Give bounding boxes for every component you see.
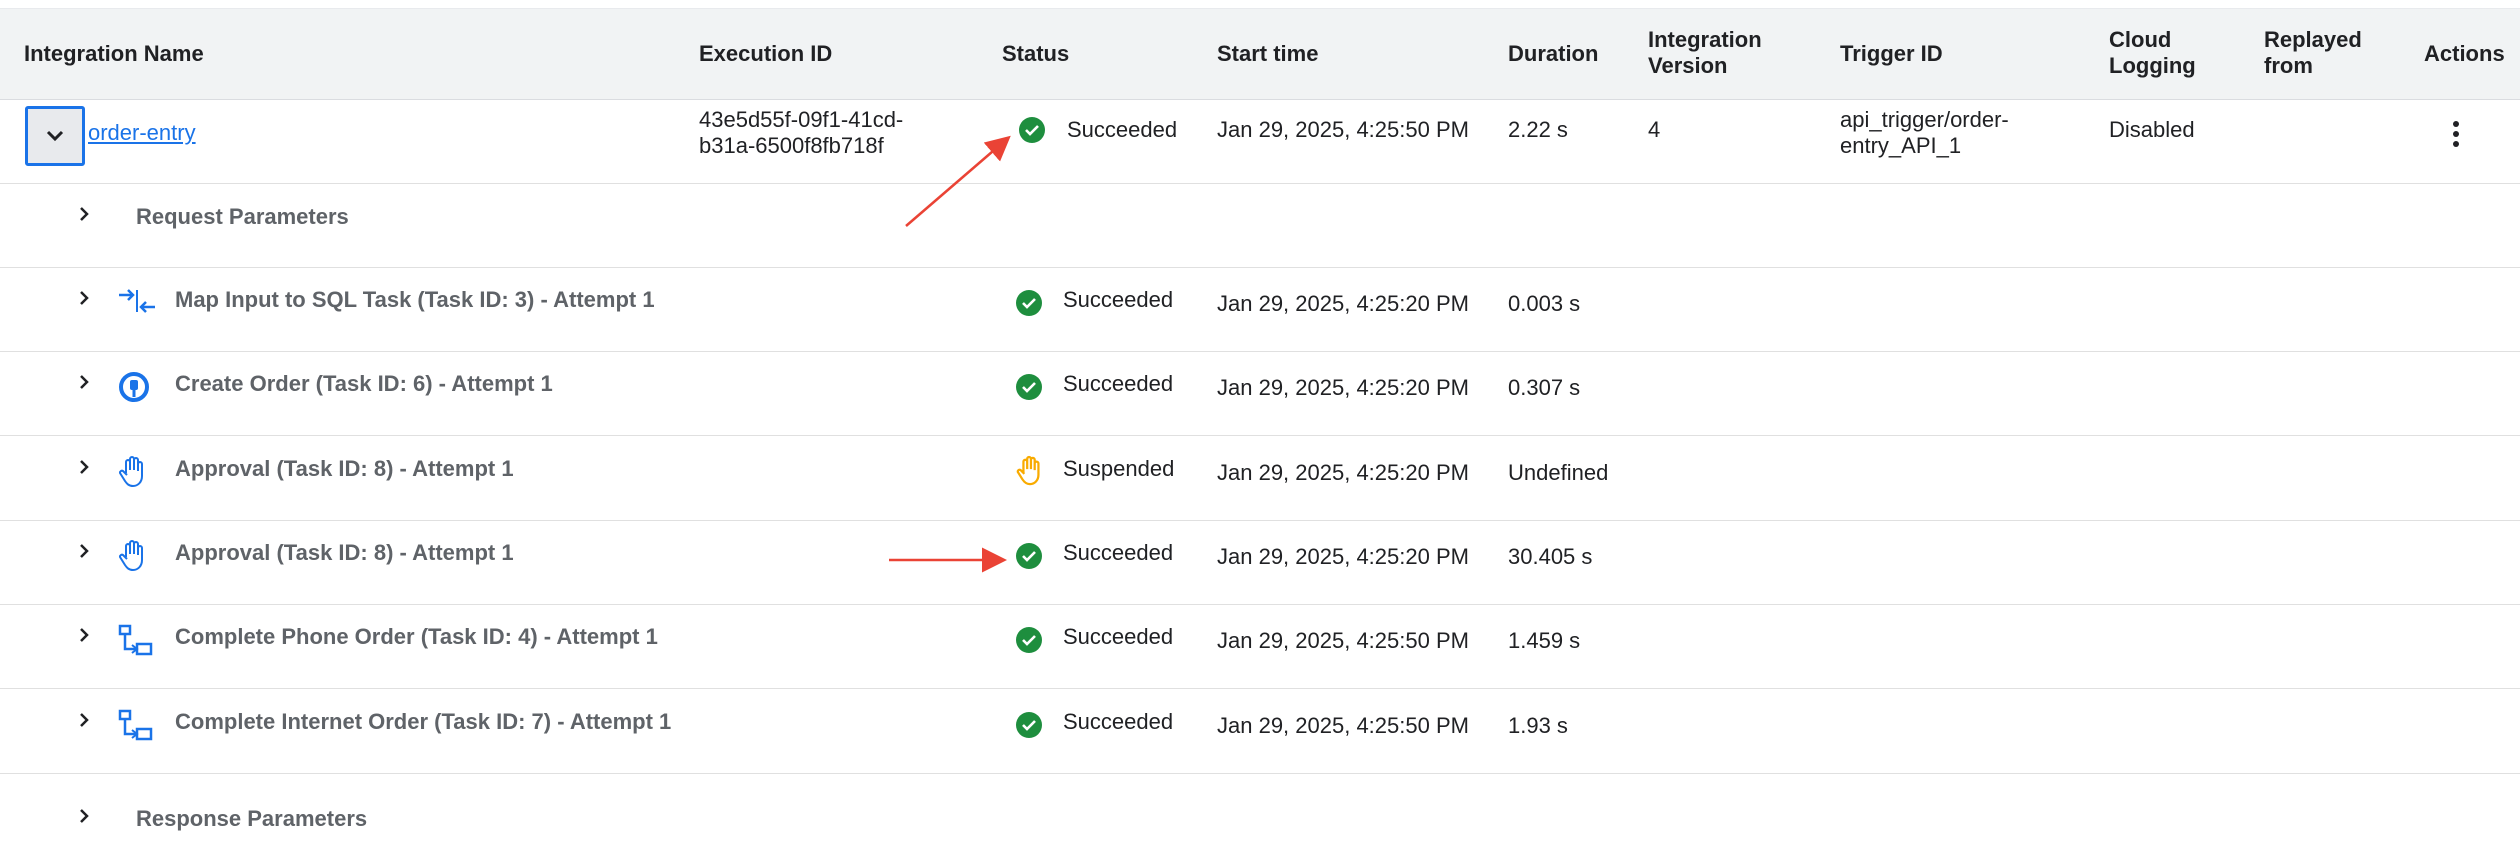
chevron-right-icon[interactable] (74, 541, 94, 561)
col-integration-version[interactable]: Integration Version (1648, 27, 1762, 79)
task-status: Succeeded (1063, 287, 1174, 312)
execution-id: 43e5d55f-09f1-41cd- b31a-6500f8fb718f (699, 107, 903, 159)
task-status: Succeeded (1063, 708, 1174, 734)
response-parameters-row[interactable]: Response Parameters (0, 774, 2520, 854)
trigger-id: api_trigger/order- entry_API_1 (1840, 107, 2009, 159)
chevron-right-icon[interactable] (74, 625, 94, 645)
task-row[interactable]: Complete Internet Order (Task ID: 7) - A… (0, 690, 2520, 774)
task-status: Succeeded (1063, 624, 1174, 650)
connector-icon (117, 370, 151, 409)
subflow-icon (117, 623, 153, 662)
task-label: Complete Phone Order (Task ID: 4) - Atte… (175, 624, 658, 650)
task-row[interactable]: Map Input to SQL Task (Task ID: 3) - Att… (0, 268, 2520, 352)
col-replayed-from-line2: from (2264, 53, 2313, 78)
task-start-time: Jan 29, 2025, 4:25:20 PM (1217, 375, 1469, 401)
check-circle-icon (1015, 289, 1043, 322)
top-border (0, 0, 2520, 9)
col-cloud-logging-line2: Logging (2109, 53, 2196, 78)
hand-icon (117, 455, 149, 494)
col-cloud-logging-line1: Cloud (2109, 27, 2172, 52)
trigger-id-line2: entry_API_1 (1840, 133, 1962, 158)
data-mapping-icon (117, 286, 157, 321)
request-parameters-label: Request Parameters (136, 204, 349, 229)
trigger-id-line1: api_trigger/order- (1840, 107, 2009, 132)
task-row[interactable]: Create Order (Task ID: 6) - Attempt 1 Su… (0, 352, 2520, 437)
col-status[interactable]: Status (1002, 41, 1069, 67)
task-duration: 1.93 s (1508, 712, 1568, 738)
task-label: Create Order (Task ID: 6) - Attempt 1 (175, 371, 553, 397)
task-status: Succeeded (1063, 539, 1174, 565)
hand-warning-icon (1015, 454, 1045, 493)
task-start-time: Jan 29, 2025, 4:25:20 PM (1217, 543, 1469, 569)
check-circle-icon (1015, 711, 1043, 744)
table-header: Integration Name Execution ID Status Sta… (0, 9, 2520, 100)
col-duration[interactable]: Duration (1508, 41, 1598, 67)
check-circle-icon (1015, 542, 1043, 575)
task-row[interactable]: Complete Phone Order (Task ID: 4) - Atte… (0, 605, 2520, 690)
request-parameters-row[interactable]: Request Parameters (0, 184, 2520, 268)
subflow-icon (117, 708, 153, 747)
chevron-right-icon[interactable] (74, 710, 94, 730)
task-row[interactable]: Approval (Task ID: 8) - Attempt 1 Suspen… (0, 437, 2520, 521)
chevron-right-icon[interactable] (74, 288, 94, 308)
task-label: Approval (Task ID: 8) - Attempt 1 (175, 455, 514, 481)
col-integration-version-line2: Version (1648, 53, 1728, 78)
execution-status: Succeeded (1067, 117, 1178, 142)
chevron-down-icon (46, 130, 64, 142)
execution-start-time: Jan 29, 2025, 4:25:50 PM (1217, 117, 1469, 142)
collapse-button[interactable] (25, 106, 85, 166)
task-start-time: Jan 29, 2025, 4:25:50 PM (1217, 712, 1469, 738)
cloud-logging-status: Disabled (2109, 117, 2195, 142)
task-duration: 30.405 s (1508, 543, 1593, 569)
chevron-right-icon[interactable] (74, 806, 94, 826)
col-trigger-id[interactable]: Trigger ID (1840, 41, 1943, 67)
execution-duration: 2.22 s (1508, 117, 1568, 142)
task-status: Suspended (1063, 455, 1175, 481)
task-duration: 0.307 s (1508, 375, 1581, 401)
check-circle-icon (1015, 626, 1043, 659)
integration-name-link[interactable]: order-entry (88, 120, 196, 146)
more-vert-icon[interactable] (2444, 118, 2468, 150)
col-actions: Actions (2424, 41, 2505, 66)
col-start-time[interactable]: Start time (1217, 41, 1318, 67)
col-replayed-from-line1: Replayed (2264, 27, 2362, 52)
chevron-right-icon[interactable] (74, 457, 94, 477)
task-status: Succeeded (1063, 371, 1174, 397)
col-cloud-logging[interactable]: Cloud Logging (2109, 27, 2196, 79)
execution-id-line1: 43e5d55f-09f1-41cd- (699, 107, 904, 132)
check-circle-icon (1015, 373, 1043, 406)
task-start-time: Jan 29, 2025, 4:25:50 PM (1217, 628, 1469, 654)
chevron-right-icon[interactable] (74, 372, 94, 392)
execution-row[interactable]: order-entry 43e5d55f-09f1-41cd- b31a-650… (0, 100, 2520, 184)
execution-version: 4 (1648, 117, 1661, 142)
col-replayed-from[interactable]: Replayed from (2264, 27, 2362, 79)
response-parameters-label: Response Parameters (136, 806, 368, 831)
task-label: Complete Internet Order (Task ID: 7) - A… (175, 708, 672, 734)
task-start-time: Jan 29, 2025, 4:25:20 PM (1217, 291, 1469, 316)
execution-id-line2: b31a-6500f8fb718f (699, 133, 884, 158)
col-integration-name[interactable]: Integration Name (24, 41, 204, 67)
col-execution-id[interactable]: Execution ID (699, 41, 832, 67)
task-label: Approval (Task ID: 8) - Attempt 1 (175, 539, 514, 565)
task-duration: 0.003 s (1508, 291, 1581, 316)
chevron-right-icon[interactable] (74, 204, 94, 224)
task-row[interactable]: Approval (Task ID: 8) - Attempt 1 Succee… (0, 521, 2520, 605)
task-start-time: Jan 29, 2025, 4:25:20 PM (1217, 459, 1469, 485)
task-duration: 1.459 s (1508, 628, 1581, 654)
task-label: Map Input to SQL Task (Task ID: 3) - Att… (175, 287, 655, 312)
task-duration: Undefined (1508, 459, 1609, 485)
check-circle-icon (1019, 117, 1045, 143)
hand-icon (117, 539, 149, 578)
col-integration-version-line1: Integration (1648, 27, 1762, 52)
